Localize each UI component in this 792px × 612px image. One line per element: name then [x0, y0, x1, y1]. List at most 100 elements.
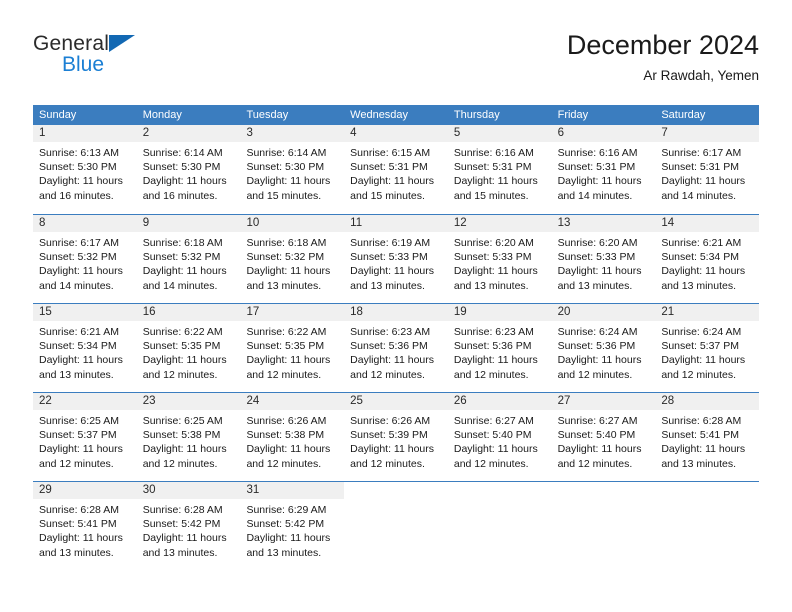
day-number-band: 10: [240, 215, 345, 232]
sunset-text: Sunset: 5:38 PM: [246, 429, 325, 442]
sunrise-text: Sunrise: 6:28 AM: [39, 504, 119, 516]
day-cell[interactable]: 20 Sunrise: 6:24 AM Sunset: 5:36 PM Dayligh…: [551, 304, 656, 392]
daylight-text: Daylight: 11 hours and 12 minutes.: [350, 443, 435, 470]
daylight-text: Daylight: 11 hours and 13 minutes.: [246, 265, 331, 292]
daylight-text: Daylight: 11 hours and 15 minutes.: [453, 175, 538, 202]
sunrise-text: Sunrise: 6:22 AM: [246, 326, 327, 338]
sunrise-text: Sunrise: 6:16 AM: [557, 147, 638, 159]
sunset-text: Sunset: 5:40 PM: [557, 429, 636, 442]
sunrise-text: Sunrise: 6:13 AM: [39, 147, 119, 159]
daylight-text: Daylight: 11 hours and 12 minutes.: [557, 443, 642, 470]
day-cell[interactable]: 24 Sunrise: 6:26 AM Sunset: 5:38 PM Dayligh…: [240, 393, 345, 481]
day-info: Sunrise: 6:27 AM Sunset: 5:40 PM Daylight:…: [552, 410, 656, 471]
sunset-text: Sunset: 5:41 PM: [661, 429, 739, 442]
day-number: 4: [350, 127, 357, 139]
day-info: Sunrise: 6:16 AM Sunset: 5:31 PM Daylight:…: [552, 142, 656, 203]
day-cell[interactable]: 13 Sunrise: 6:20 AM Sunset: 5:33 PM Dayligh…: [551, 215, 656, 303]
day-number: 15: [39, 306, 52, 318]
sunset-text: Sunset: 5:36 PM: [453, 340, 532, 353]
day-cell[interactable]: 28 Sunrise: 6:28 AM Sunset: 5:41 PM Dayligh…: [655, 393, 760, 481]
sunrise-text: Sunrise: 6:14 AM: [246, 147, 327, 159]
sunset-text: Sunset: 5:40 PM: [453, 429, 532, 442]
day-cell[interactable]: 29 Sunrise: 6:28 AM Sunset: 5:41 PM Dayligh…: [33, 482, 137, 570]
day-cell[interactable]: 12 Sunrise: 6:20 AM Sunset: 5:33 PM Dayligh…: [447, 215, 552, 303]
day-cell[interactable]: 23 Sunrise: 6:25 AM Sunset: 5:38 PM Dayligh…: [136, 393, 241, 481]
day-cell[interactable]: 14 Sunrise: 6:21 AM Sunset: 5:34 PM Dayligh…: [655, 215, 760, 303]
day-info: Sunrise: 6:17 AM Sunset: 5:32 PM Daylight:…: [33, 232, 137, 293]
day-number: 2: [142, 127, 150, 139]
day-number: 27: [557, 395, 571, 407]
day-number: 5: [453, 127, 461, 139]
day-number: 14: [661, 217, 675, 229]
day-number-band: 6: [551, 125, 656, 142]
day-number-band: 9: [136, 215, 241, 232]
day-cell[interactable]: 16 Sunrise: 6:22 AM Sunset: 5:35 PM Dayligh…: [136, 304, 241, 392]
day-cell[interactable]: 15 Sunrise: 6:21 AM Sunset: 5:34 PM Dayligh…: [33, 304, 137, 392]
day-cell[interactable]: 11 Sunrise: 6:19 AM Sunset: 5:33 PM Dayligh…: [344, 215, 448, 303]
daylight-text: Daylight: 11 hours and 13 minutes.: [39, 354, 123, 381]
day-number: 23: [142, 395, 156, 407]
day-cell[interactable]: 21 Sunrise: 6:24 AM Sunset: 5:37 PM Dayligh…: [655, 304, 760, 392]
day-cell[interactable]: 22 Sunrise: 6:25 AM Sunset: 5:37 PM Dayligh…: [33, 393, 137, 481]
day-info: Sunrise: 6:25 AM Sunset: 5:37 PM Daylight:…: [33, 410, 137, 471]
day-number-band: [344, 482, 448, 499]
day-number: 8: [39, 217, 46, 229]
day-number-band: 11: [344, 215, 448, 232]
day-cell[interactable]: 1 Sunrise: 6:13 AM Sunset: 5:30 PM Daylight…: [33, 125, 137, 214]
day-cell[interactable]: 31 Sunrise: 6:29 AM Sunset: 5:42 PM Dayligh…: [240, 482, 345, 570]
day-info: Sunrise: 6:13 AM Sunset: 5:30 PM Daylight:…: [33, 142, 137, 203]
day-cell[interactable]: 3 Sunrise: 6:14 AM Sunset: 5:30 PM Daylight…: [240, 125, 345, 214]
day-cell[interactable]: 18 Sunrise: 6:23 AM Sunset: 5:36 PM Dayligh…: [344, 304, 448, 392]
calendar-week-row: 1 Sunrise: 6:13 AM Sunset: 5:30 PM Daylight…: [33, 125, 760, 214]
day-cell[interactable]: 7 Sunrise: 6:17 AM Sunset: 5:31 PM Daylight…: [655, 125, 760, 214]
day-info: Sunrise: 6:21 AM Sunset: 5:34 PM Daylight:…: [33, 321, 137, 382]
daylight-text: Daylight: 11 hours and 15 minutes.: [246, 175, 331, 202]
sunrise-text: Sunrise: 6:25 AM: [142, 415, 223, 427]
sunrise-text: Sunrise: 6:21 AM: [661, 237, 742, 249]
day-info: Sunrise: 6:26 AM Sunset: 5:39 PM Daylight:…: [344, 410, 448, 471]
daylight-text: Daylight: 11 hours and 13 minutes.: [661, 265, 746, 292]
brand-logo[interactable]: General Blue: [33, 32, 233, 88]
page-title: December 2024: [566, 30, 759, 60]
daylight-text: Daylight: 11 hours and 12 minutes.: [246, 354, 331, 381]
daylight-text: Daylight: 11 hours and 13 minutes.: [142, 532, 227, 559]
day-info: Sunrise: 6:18 AM Sunset: 5:32 PM Daylight:…: [137, 232, 241, 293]
daylight-text: Daylight: 11 hours and 16 minutes.: [39, 175, 123, 202]
day-info: Sunrise: 6:19 AM Sunset: 5:33 PM Daylight:…: [344, 232, 448, 293]
triangle-icon: [109, 35, 135, 52]
daylight-text: Daylight: 11 hours and 15 minutes.: [350, 175, 435, 202]
day-number: 29: [39, 484, 52, 496]
day-cell[interactable]: 26 Sunrise: 6:27 AM Sunset: 5:40 PM Dayligh…: [447, 393, 552, 481]
day-info: Sunrise: 6:20 AM Sunset: 5:33 PM Daylight:…: [448, 232, 552, 293]
sunrise-text: Sunrise: 6:28 AM: [142, 504, 223, 516]
day-cell[interactable]: 9 Sunrise: 6:18 AM Sunset: 5:32 PM Daylight…: [136, 215, 241, 303]
day-number-band: [552, 482, 656, 499]
sunset-text: Sunset: 5:30 PM: [142, 161, 221, 174]
day-cell[interactable]: 25 Sunrise: 6:26 AM Sunset: 5:39 PM Dayligh…: [344, 393, 448, 481]
day-number: 25: [350, 395, 363, 407]
sunrise-text: Sunrise: 6:19 AM: [350, 237, 431, 249]
day-number-band: 8: [33, 215, 137, 232]
day-number: 19: [453, 306, 467, 318]
sunrise-text: Sunrise: 6:14 AM: [142, 147, 223, 159]
day-cell[interactable]: 6 Sunrise: 6:16 AM Sunset: 5:31 PM Daylight…: [551, 125, 656, 214]
sunset-text: Sunset: 5:37 PM: [661, 340, 739, 353]
day-number-band: 26: [447, 393, 552, 410]
sunset-text: Sunset: 5:31 PM: [661, 161, 739, 174]
day-cell[interactable]: 2 Sunrise: 6:14 AM Sunset: 5:30 PM Daylight…: [136, 125, 241, 214]
day-cell[interactable]: 8 Sunrise: 6:17 AM Sunset: 5:32 PM Daylight…: [33, 215, 137, 303]
day-cell[interactable]: 27 Sunrise: 6:27 AM Sunset: 5:40 PM Dayligh…: [551, 393, 656, 481]
day-cell[interactable]: 19 Sunrise: 6:23 AM Sunset: 5:36 PM Dayligh…: [447, 304, 552, 392]
day-cell[interactable]: 10 Sunrise: 6:18 AM Sunset: 5:32 PM Dayligh…: [240, 215, 345, 303]
day-info: Sunrise: 6:23 AM Sunset: 5:36 PM Daylight:…: [448, 321, 552, 382]
day-number-band: 19: [447, 304, 552, 321]
day-cell[interactable]: 30 Sunrise: 6:28 AM Sunset: 5:42 PM Dayligh…: [136, 482, 241, 570]
calendar-week-row: 22 Sunrise: 6:25 AM Sunset: 5:37 PM Dayligh…: [33, 392, 760, 481]
day-cell[interactable]: 17 Sunrise: 6:22 AM Sunset: 5:35 PM Dayligh…: [240, 304, 345, 392]
day-cell-empty: [344, 482, 448, 570]
sunrise-text: Sunrise: 6:24 AM: [661, 326, 742, 338]
sunset-text: Sunset: 5:31 PM: [350, 161, 428, 174]
day-info: Sunrise: 6:29 AM Sunset: 5:42 PM Daylight:…: [240, 499, 344, 560]
day-cell[interactable]: 5 Sunrise: 6:16 AM Sunset: 5:31 PM Daylight…: [447, 125, 552, 214]
day-cell[interactable]: 4 Sunrise: 6:15 AM Sunset: 5:31 PM Daylight…: [344, 125, 448, 214]
